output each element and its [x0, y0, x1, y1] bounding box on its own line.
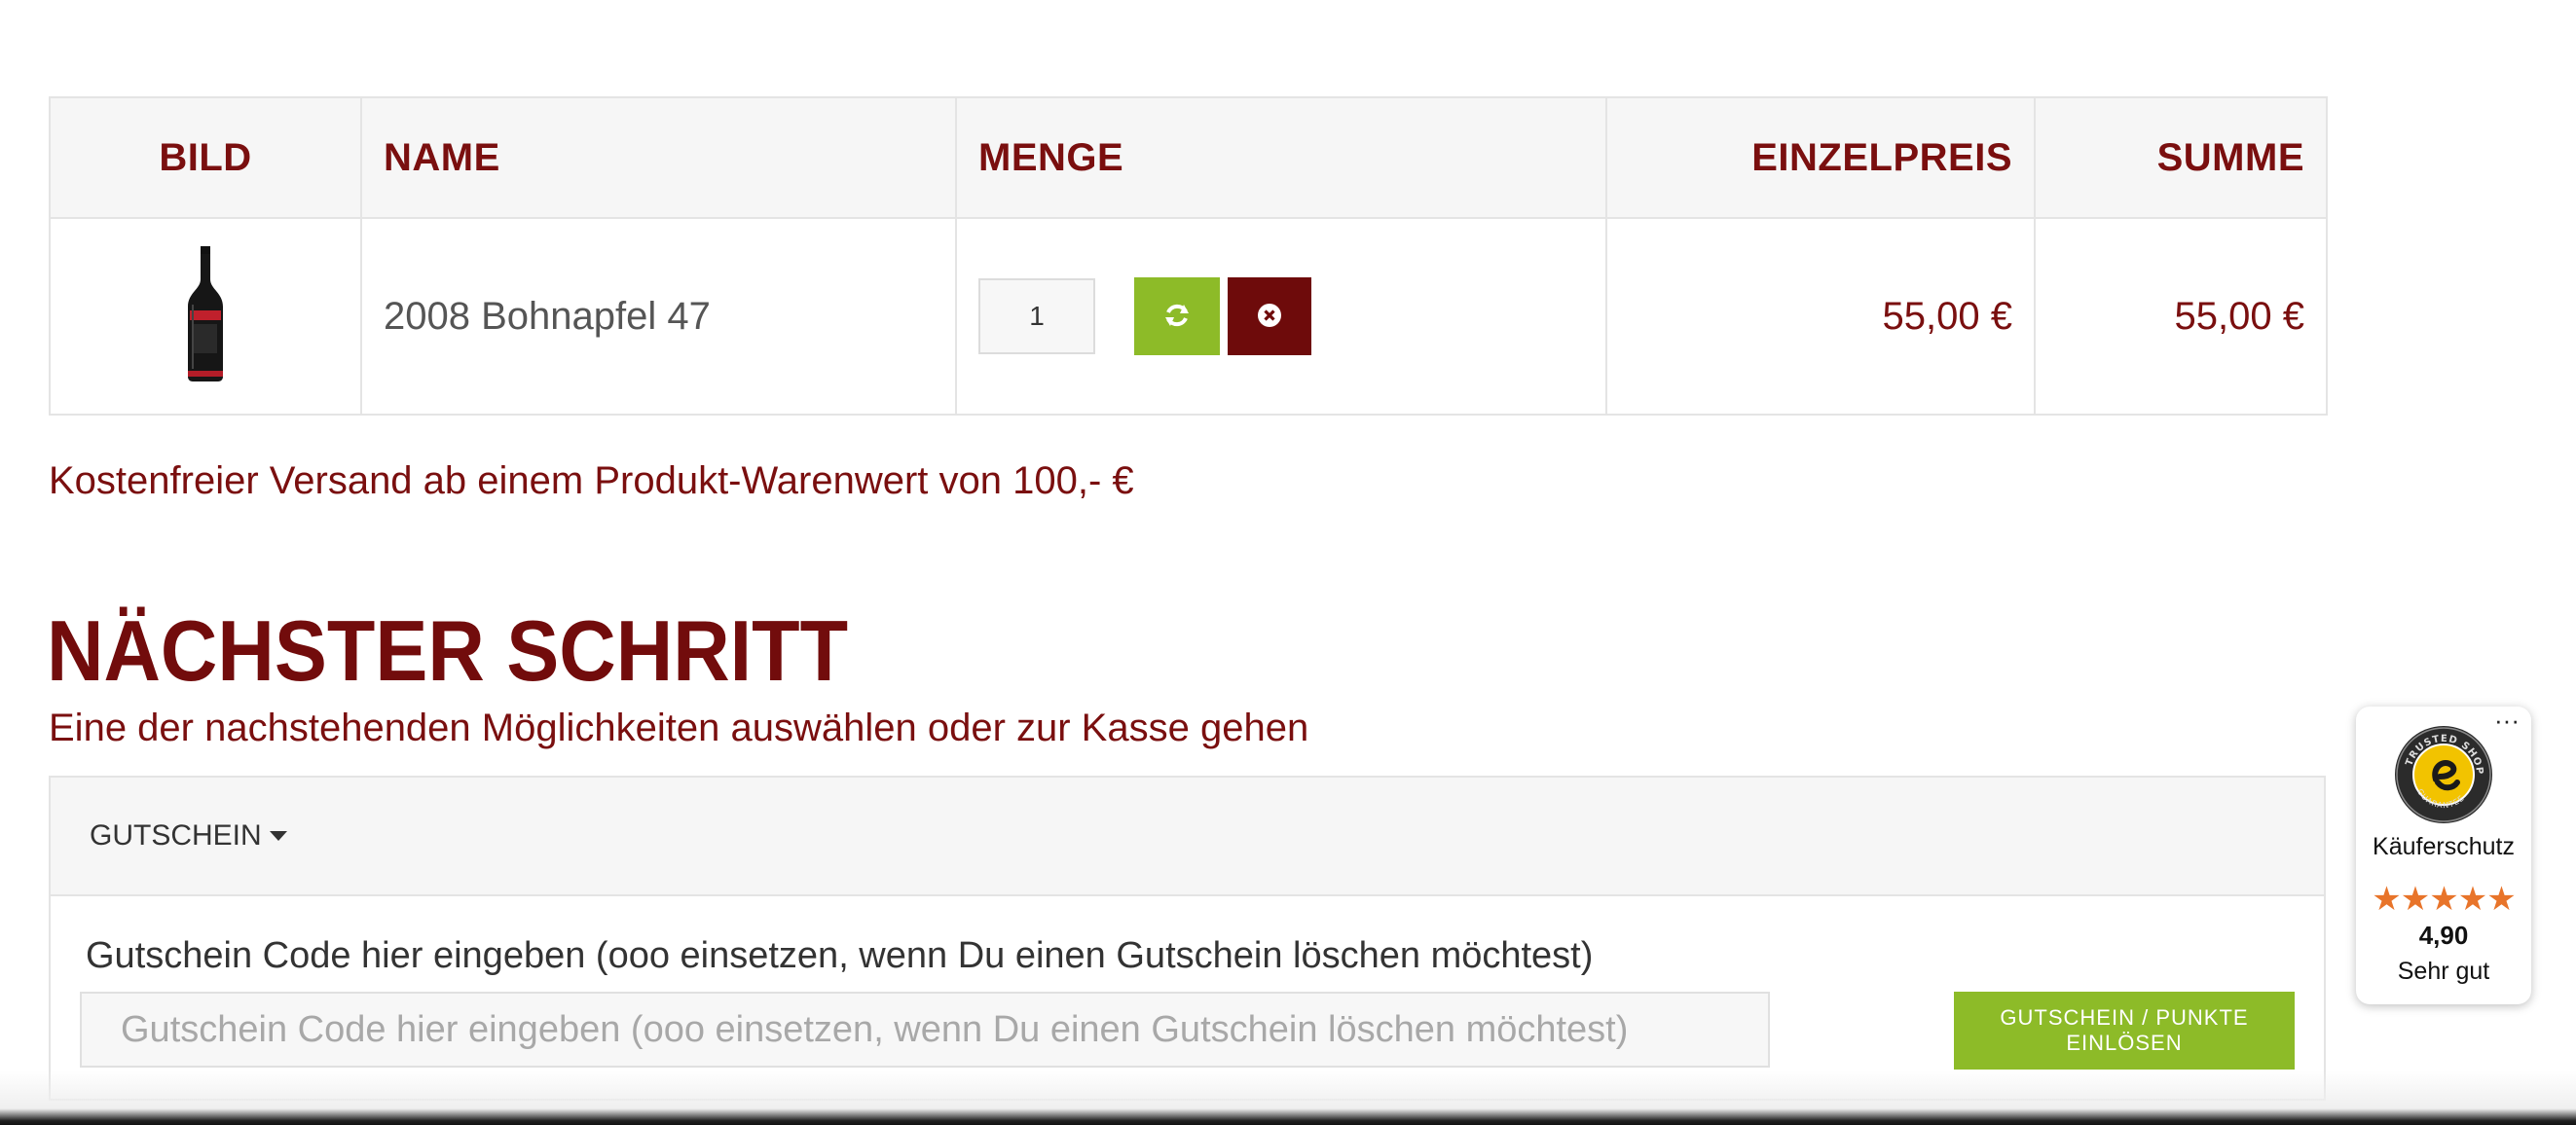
next-step-title: NÄCHSTER SCHRITT: [47, 602, 849, 699]
refresh-icon: [1162, 301, 1192, 333]
close-circle-icon: [1257, 303, 1282, 331]
quantity-input[interactable]: [978, 278, 1095, 354]
buyer-protection-label: Käuferschutz: [2373, 833, 2515, 860]
caret-down-icon: [269, 831, 287, 841]
rating-stars-icon: ★★★★★: [2372, 881, 2516, 918]
cart-page: BILD NAME MENGE EINZELPREIS SUMME 2008 B…: [0, 0, 2576, 1125]
bottom-edge: [0, 1071, 2576, 1125]
cart-header-row: BILD NAME MENGE EINZELPREIS SUMME: [49, 96, 2328, 219]
sum-cell: 55,00 €: [2034, 217, 2328, 416]
wine-bottle-icon[interactable]: [184, 245, 227, 387]
next-step-subtitle: Eine der nachstehenden Möglichkeiten aus…: [49, 707, 1309, 749]
redeem-voucher-button[interactable]: GUTSCHEIN / PUNKTE EINLÖSEN: [1954, 992, 2295, 1070]
shipping-note: Kostenfreier Versand ab einem Produkt-Wa…: [49, 459, 1134, 502]
header-sum: SUMME: [2034, 96, 2328, 219]
row-sum: 55,00 €: [2174, 294, 2304, 338]
product-image-cell: [49, 217, 362, 416]
voucher-panel: GUTSCHEIN Gutschein Code hier eingeben (…: [49, 776, 2326, 1101]
voucher-panel-header: GUTSCHEIN: [51, 778, 2324, 896]
product-name-cell: 2008 Bohnapfel 47: [360, 217, 957, 416]
more-options-icon[interactable]: ···: [2494, 708, 2520, 733]
trusted-shops-widget[interactable]: ··· TRUSTED SHOPS GUARANTEE Käuferschutz…: [2356, 707, 2531, 1004]
table-row: 2008 Bohnapfel 47 1 55,00 € 55,00 €: [49, 217, 2328, 416]
voucher-code-input[interactable]: [80, 992, 1770, 1068]
trusted-shops-seal-icon: TRUSTED SHOPS GUARANTEE: [2389, 716, 2494, 830]
voucher-field-label: Gutschein Code hier eingeben (ooo einset…: [86, 935, 1594, 976]
rating-verdict: Sehr gut: [2397, 958, 2490, 985]
quantity-controls: [978, 277, 1584, 355]
update-quantity-button[interactable]: [1134, 277, 1220, 355]
header-quantity: MENGE: [955, 96, 1607, 219]
voucher-toggle[interactable]: GUTSCHEIN: [90, 819, 287, 853]
cart-table: BILD NAME MENGE EINZELPREIS SUMME 2008 B…: [49, 96, 2328, 416]
rating-value: 4,90: [2418, 921, 2469, 950]
header-name: NAME: [360, 96, 957, 219]
product-name[interactable]: 2008 Bohnapfel 47: [384, 295, 711, 338]
unit-price-cell: 55,00 €: [1605, 217, 2036, 416]
unit-price: 55,00 €: [1882, 294, 2012, 338]
header-image: BILD: [49, 96, 362, 219]
remove-item-button[interactable]: [1228, 277, 1311, 355]
header-unit-price: EINZELPREIS: [1605, 96, 2036, 219]
voucher-toggle-label: GUTSCHEIN: [90, 819, 262, 852]
quantity-cell: [955, 217, 1607, 416]
